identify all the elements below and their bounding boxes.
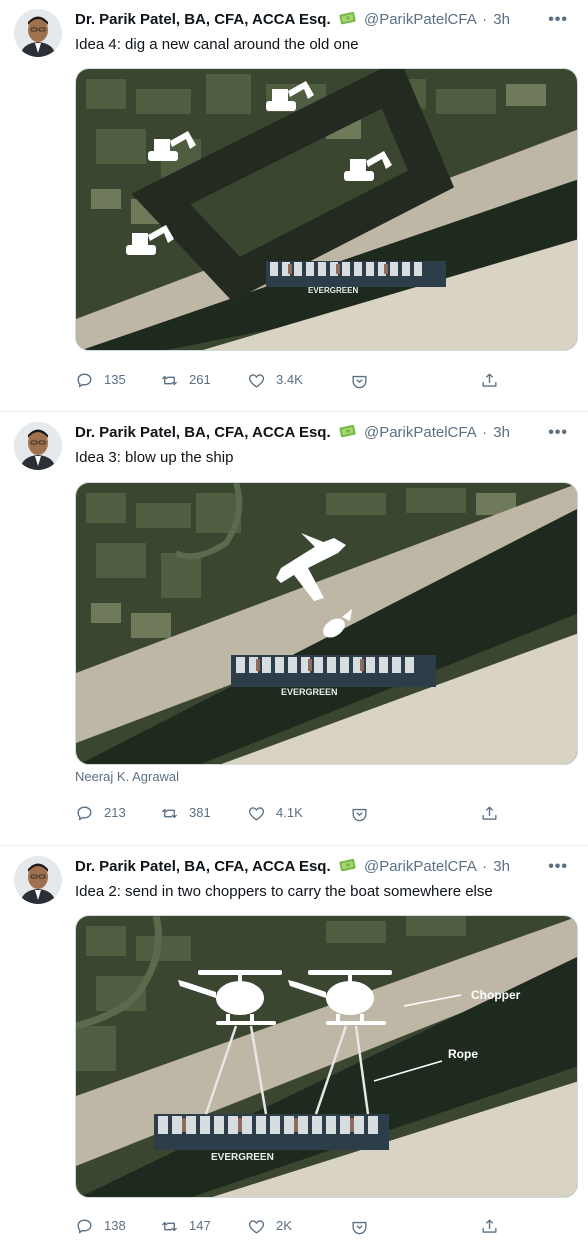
chopper-annotation: Chopper bbox=[471, 988, 521, 1002]
avatar-portrait bbox=[14, 9, 62, 57]
author-handle[interactable]: @ParikPatelCFA bbox=[364, 858, 476, 875]
avatar[interactable] bbox=[14, 856, 62, 904]
ship-name-label: EVERGREEN bbox=[308, 286, 358, 295]
like-icon bbox=[248, 1219, 265, 1234]
tip-jar-icon bbox=[352, 375, 367, 388]
money-bag-icon bbox=[339, 858, 356, 872]
canal-satellite-image: EVERGREEN bbox=[76, 483, 577, 764]
author-name[interactable]: Dr. Parik Patel, BA, CFA, ACCA Esq. bbox=[75, 11, 331, 28]
reply-button[interactable]: 213 bbox=[75, 803, 126, 823]
tweet-image[interactable]: EVERGREEN bbox=[75, 68, 578, 351]
like-button[interactable]: 3.4K bbox=[247, 370, 303, 390]
retweet-count: 381 bbox=[189, 805, 211, 820]
image-credit[interactable]: Neeraj K. Agrawal bbox=[75, 769, 179, 784]
tweet-image[interactable]: EVERGREEN bbox=[75, 482, 578, 765]
reply-count: 138 bbox=[104, 1218, 126, 1233]
separator: · bbox=[482, 424, 488, 441]
share-button[interactable] bbox=[480, 370, 509, 390]
timestamp[interactable]: 3h bbox=[493, 858, 510, 875]
tip-jar-button[interactable] bbox=[350, 803, 379, 823]
avatar-portrait bbox=[14, 856, 62, 904]
more-options-icon[interactable]: ••• bbox=[548, 422, 568, 444]
tweet[interactable]: Dr. Parik Patel, BA, CFA, ACCA Esq. @Par… bbox=[0, 846, 588, 1252]
reply-count: 213 bbox=[104, 805, 126, 820]
reply-button[interactable]: 138 bbox=[75, 1216, 126, 1236]
retweet-button[interactable]: 261 bbox=[160, 370, 211, 390]
author-name[interactable]: Dr. Parik Patel, BA, CFA, ACCA Esq. bbox=[75, 858, 331, 875]
retweet-button[interactable]: 147 bbox=[160, 1216, 211, 1236]
share-icon bbox=[482, 1218, 497, 1233]
like-count: 2K bbox=[276, 1218, 292, 1233]
rope-annotation: Rope bbox=[448, 1047, 478, 1061]
separator: · bbox=[482, 858, 488, 875]
author-handle[interactable]: @ParikPatelCFA bbox=[364, 11, 476, 28]
more-options-icon[interactable]: ••• bbox=[548, 856, 568, 878]
ship-name-label: EVERGREEN bbox=[211, 1152, 274, 1163]
retweet-icon bbox=[161, 808, 178, 818]
tip-jar-button[interactable] bbox=[350, 370, 379, 390]
canal-satellite-image: EVERGREEN bbox=[76, 916, 577, 1197]
tweet[interactable]: Dr. Parik Patel, BA, CFA, ACCA Esq. @Par… bbox=[0, 412, 588, 846]
retweet-count: 261 bbox=[189, 372, 211, 387]
more-options-icon[interactable]: ••• bbox=[548, 9, 568, 31]
retweet-icon bbox=[161, 375, 178, 385]
retweet-icon bbox=[161, 1221, 178, 1231]
retweet-button[interactable]: 381 bbox=[160, 803, 211, 823]
like-button[interactable]: 2K bbox=[247, 1216, 292, 1236]
like-button[interactable]: 4.1K bbox=[247, 803, 303, 823]
canal-satellite-image: EVERGREEN bbox=[76, 69, 577, 350]
ship-name-label: EVERGREEN bbox=[281, 687, 338, 697]
timestamp[interactable]: 3h bbox=[493, 11, 510, 28]
reply-icon bbox=[77, 805, 92, 821]
separator: · bbox=[482, 11, 488, 28]
reply-icon bbox=[77, 1218, 92, 1234]
tip-jar-button[interactable] bbox=[350, 1216, 379, 1236]
tweet-text: Idea 2: send in two choppers to carry th… bbox=[75, 883, 493, 900]
reply-button[interactable]: 135 bbox=[75, 370, 126, 390]
like-count: 3.4K bbox=[276, 372, 303, 387]
tweet-text: Idea 4: dig a new canal around the old o… bbox=[75, 36, 359, 53]
like-icon bbox=[248, 373, 265, 388]
money-bag-icon bbox=[339, 11, 356, 25]
tweet[interactable]: Dr. Parik Patel, BA, CFA, ACCA Esq. @Par… bbox=[0, 0, 588, 412]
share-icon bbox=[482, 372, 497, 387]
reply-count: 135 bbox=[104, 372, 126, 387]
share-button[interactable] bbox=[480, 1216, 509, 1236]
author-handle[interactable]: @ParikPatelCFA bbox=[364, 424, 476, 441]
avatar-portrait bbox=[14, 422, 62, 470]
like-icon bbox=[248, 806, 265, 821]
tweet-text: Idea 3: blow up the ship bbox=[75, 449, 234, 466]
money-bag-icon bbox=[339, 424, 356, 438]
tweet-image[interactable]: EVERGREEN bbox=[75, 915, 578, 1198]
avatar[interactable] bbox=[14, 422, 62, 470]
share-icon bbox=[482, 805, 497, 820]
tip-jar-icon bbox=[352, 808, 367, 821]
share-button[interactable] bbox=[480, 803, 509, 823]
timestamp[interactable]: 3h bbox=[493, 424, 510, 441]
avatar[interactable] bbox=[14, 9, 62, 57]
reply-icon bbox=[77, 372, 92, 388]
like-count: 4.1K bbox=[276, 805, 303, 820]
retweet-count: 147 bbox=[189, 1218, 211, 1233]
tip-jar-icon bbox=[352, 1221, 367, 1234]
author-name[interactable]: Dr. Parik Patel, BA, CFA, ACCA Esq. bbox=[75, 424, 331, 441]
